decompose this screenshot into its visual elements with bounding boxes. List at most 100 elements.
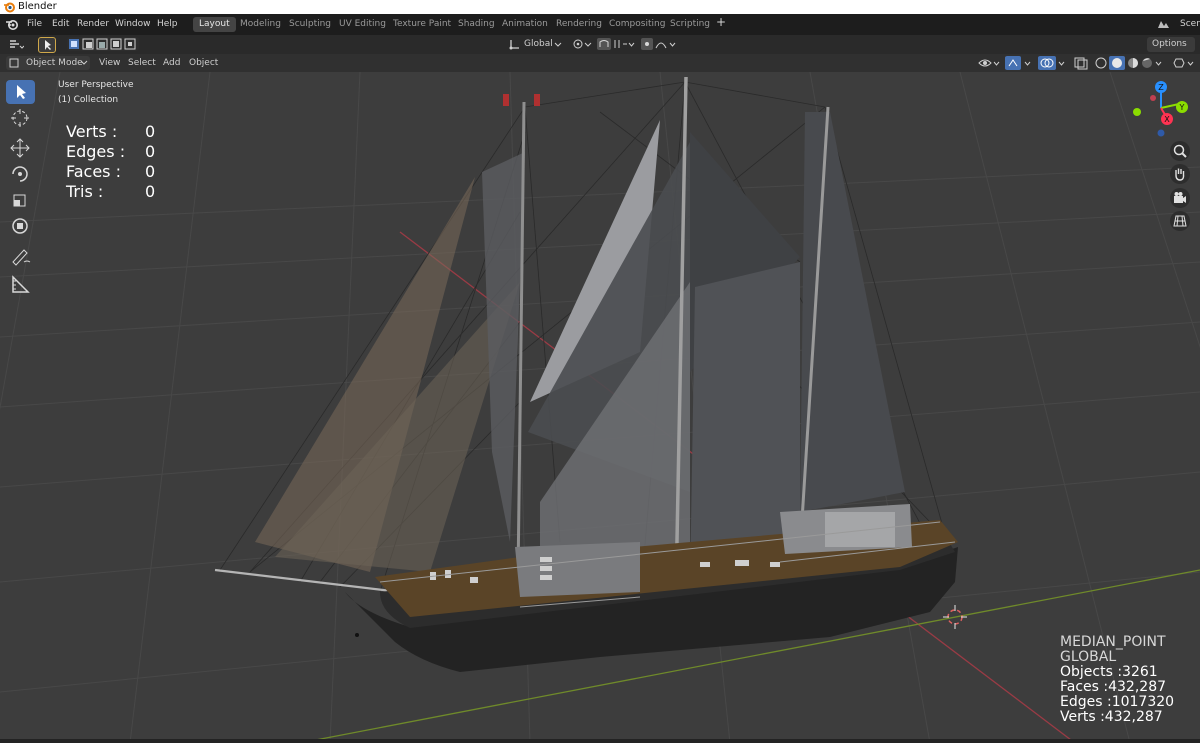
render-pass-icon[interactable] — [1172, 56, 1196, 70]
viewport-menu-add[interactable]: Add — [163, 57, 180, 70]
stat-value: 0 — [145, 162, 156, 181]
navigation-gizmo[interactable]: Z Y X — [1127, 78, 1195, 142]
stat-label: Verts : — [66, 122, 118, 141]
chevron-down-icon — [80, 60, 88, 65]
cursor-tool-button[interactable] — [6, 106, 35, 130]
tab-texture-paint[interactable]: Texture Paint — [387, 17, 457, 32]
menu-help[interactable]: Help — [157, 18, 178, 31]
select-tool-button[interactable] — [6, 80, 35, 104]
snap-icon[interactable] — [596, 37, 636, 51]
transform-orientation-icon — [509, 40, 519, 50]
menu-edit[interactable]: Edit — [52, 18, 69, 31]
pencil-icon — [12, 249, 31, 266]
stat-label: Faces : — [66, 162, 121, 181]
scene-selector[interactable]: Scen — [1180, 18, 1200, 31]
visibility-icon[interactable] — [977, 56, 1001, 70]
gizmo-neg-z[interactable] — [1157, 129, 1165, 137]
menu-render[interactable]: Render — [77, 18, 109, 31]
window-titlebar: Blender — [0, 0, 1200, 14]
scene-icon[interactable] — [1155, 17, 1171, 31]
mode-label: Object Mode — [26, 58, 83, 68]
viewport-menu-object[interactable]: Object — [189, 57, 218, 70]
transform-icon — [12, 218, 28, 234]
annotate-tool-button[interactable] — [6, 244, 35, 268]
top-menubar: File Edit Render Window Help Layout Mode… — [0, 14, 1200, 35]
hand-icon — [1175, 168, 1185, 181]
viewport-menu-select[interactable]: Select — [128, 57, 156, 70]
orientation-dropdown[interactable]: Global — [524, 38, 553, 51]
menu-window[interactable]: Window — [115, 18, 151, 31]
gizmo-z-label: Z — [1158, 83, 1164, 92]
blender-menu-icon[interactable] — [4, 17, 20, 32]
tab-scripting[interactable]: Scripting — [664, 17, 716, 32]
scene-info-overlay: MEDIAN_POINT GLOBAL Objects :3261 Faces … — [1060, 635, 1174, 725]
window-title: Blender — [18, 1, 57, 12]
mesh-statistics: Verts : 0 Edges : 0 Faces : 0 Tris : 0 — [66, 122, 176, 202]
selection-mode-group — [67, 37, 139, 51]
rotate-tool-button[interactable] — [6, 162, 35, 186]
tab-rendering[interactable]: Rendering — [550, 17, 608, 32]
tab-uv-editing[interactable]: UV Editing — [333, 17, 392, 32]
tab-animation[interactable]: Animation — [496, 17, 554, 32]
tab-modeling[interactable]: Modeling — [234, 17, 287, 32]
gizmo-toggle-icon[interactable] — [1004, 56, 1032, 70]
selection-mode-icons[interactable] — [67, 37, 139, 51]
options-button[interactable]: Options — [1147, 37, 1195, 52]
gizmo-y-label: Y — [1179, 103, 1185, 112]
perspective-toggle-button[interactable] — [1170, 211, 1190, 231]
scale-tool-button[interactable] — [6, 188, 35, 212]
pivot-point-icon[interactable] — [571, 37, 593, 51]
cursor-arrow-icon — [17, 85, 26, 99]
collection-label: (1) Collection — [58, 95, 119, 105]
stat-tris: Tris : 0 — [66, 182, 176, 202]
verts-count: Verts :432,287 — [1060, 709, 1163, 725]
view-perspective-label: User Perspective — [58, 80, 134, 90]
transform-tool-button[interactable] — [6, 214, 35, 238]
tab-shading[interactable]: Shading — [452, 17, 501, 32]
stat-value: 0 — [145, 142, 156, 161]
pivot-info: MEDIAN_POINT — [1060, 634, 1166, 650]
menu-file[interactable]: File — [27, 18, 42, 31]
tab-compositing[interactable]: Compositing — [603, 17, 671, 32]
shading-mode-icons[interactable] — [1093, 56, 1165, 70]
viewport-scene — [0, 72, 1200, 743]
move-tool-button[interactable] — [6, 136, 35, 160]
3d-viewport[interactable]: User Perspective (1) Collection Verts : 0… — [0, 72, 1200, 743]
pan-view-button[interactable] — [1170, 164, 1190, 184]
stat-value: 0 — [145, 122, 156, 141]
gizmo-neg-y[interactable] — [1133, 108, 1141, 116]
move-icon — [10, 138, 30, 158]
stat-label: Tris : — [66, 182, 104, 201]
orientation-info: GLOBAL — [1060, 649, 1117, 665]
select-box-tool-button[interactable] — [38, 37, 56, 53]
stat-verts: Verts : 0 — [66, 122, 176, 142]
faces-count: Faces :432,287 — [1060, 679, 1167, 695]
object-mode-icon — [9, 58, 19, 68]
grid-icon — [1173, 215, 1187, 227]
stat-value: 0 — [145, 182, 156, 201]
xray-toggle-icon[interactable] — [1072, 56, 1090, 70]
measure-tool-button[interactable] — [6, 272, 35, 296]
chevron-down-icon — [554, 42, 562, 47]
stat-label: Edges : — [66, 142, 126, 161]
stat-faces: Faces : 0 — [66, 162, 176, 182]
ruler-icon — [12, 275, 30, 293]
viewport-menu-view[interactable]: View — [99, 57, 120, 70]
tab-sculpting[interactable]: Sculpting — [283, 17, 337, 32]
zoom-icon — [1173, 144, 1187, 158]
zoom-view-button[interactable] — [1170, 141, 1190, 161]
edges-count: Edges :1017320 — [1060, 694, 1175, 710]
camera-view-button[interactable] — [1170, 188, 1190, 208]
status-bar — [0, 739, 1200, 743]
gizmo-neg-x[interactable] — [1150, 95, 1156, 101]
mode-dropdown[interactable]: Object Mode — [6, 56, 90, 70]
proportional-editing-icon[interactable] — [640, 37, 680, 51]
add-workspace-button[interactable]: + — [716, 16, 726, 29]
scale-icon — [13, 194, 26, 207]
overlays-toggle-icon[interactable] — [1037, 56, 1067, 70]
tool-header: Global Options — [0, 35, 1200, 54]
blender-logo-icon — [4, 2, 15, 13]
tab-layout[interactable]: Layout — [193, 17, 236, 32]
editor-type-icon[interactable] — [8, 37, 24, 51]
viewport-header: Object Mode View Select Add Object — [0, 54, 1200, 72]
